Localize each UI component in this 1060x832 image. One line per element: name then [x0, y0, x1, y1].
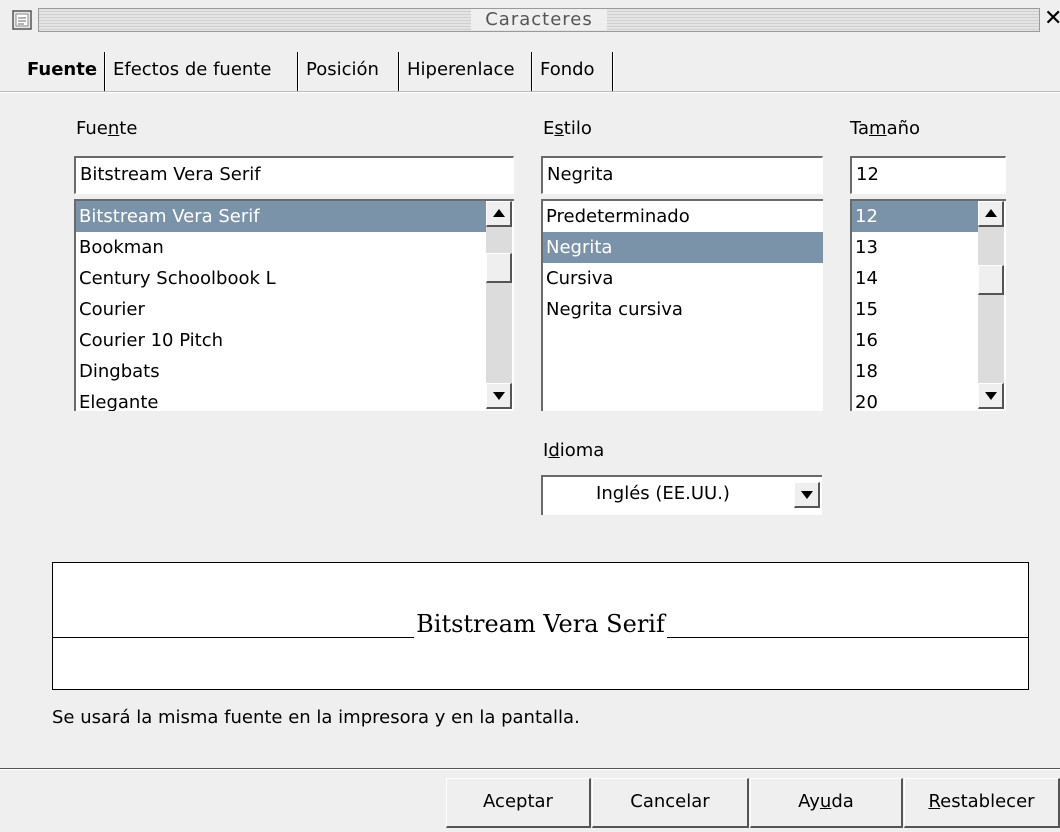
arrow-up-icon — [493, 209, 505, 217]
font-preview: Bitstream Vera Serif — [52, 562, 1029, 690]
arrow-up-icon — [985, 209, 997, 217]
arrow-down-icon — [985, 392, 997, 400]
tab-divider — [0, 91, 1060, 93]
language-value: Inglés (EE.UU.) — [596, 483, 730, 504]
tab-separator — [612, 52, 614, 92]
close-icon[interactable]: ✕ — [1044, 6, 1060, 32]
info-text: Se usará la misma fuente en la impresora… — [52, 707, 580, 728]
style-input[interactable]: Negrita — [541, 156, 823, 194]
size-list-scrollbar[interactable] — [978, 201, 1004, 409]
list-item[interactable]: Cursiva — [543, 263, 823, 294]
font-label: Fuente — [76, 118, 138, 139]
tab-hiperenlace[interactable]: Hiperenlace — [404, 52, 518, 88]
list-item[interactable]: Negrita — [543, 232, 823, 263]
button-divider — [0, 768, 1060, 770]
style-label: Estilo — [543, 118, 592, 139]
window-menu-icon[interactable] — [12, 10, 32, 30]
font-name-input[interactable]: Bitstream Vera Serif — [74, 156, 514, 194]
dropdown-button[interactable] — [794, 482, 820, 508]
list-item[interactable]: Negrita cursiva — [543, 294, 823, 325]
list-item[interactable]: 12 — [852, 201, 978, 232]
font-list[interactable]: Bitstream Vera Serif Bookman Century Sch… — [74, 199, 514, 411]
reset-button[interactable]: Restablecer — [904, 778, 1060, 828]
tab-separator — [531, 52, 533, 92]
list-item[interactable]: Bookman — [76, 232, 514, 263]
tab-fuente[interactable]: Fuente — [24, 52, 100, 88]
list-item[interactable]: Century Schoolbook L — [76, 263, 514, 294]
help-button[interactable]: Ayuda — [750, 778, 903, 828]
scroll-up-button[interactable] — [978, 201, 1004, 227]
list-item[interactable]: Courier 10 Pitch — [76, 325, 514, 356]
scroll-down-button[interactable] — [978, 383, 1004, 409]
language-select[interactable]: Inglés (EE.UU.) — [541, 475, 822, 515]
tab-efectos-de-fuente[interactable]: Efectos de fuente — [110, 52, 274, 88]
scrollbar-thumb[interactable] — [486, 253, 512, 283]
list-item[interactable]: Bitstream Vera Serif — [76, 201, 486, 232]
window-title: Caracteres — [38, 8, 1040, 32]
scrollbar-thumb[interactable] — [978, 265, 1004, 295]
ok-button[interactable]: Aceptar — [446, 778, 591, 828]
scroll-down-button[interactable] — [486, 383, 512, 409]
tab-separator — [398, 52, 400, 92]
scroll-up-button[interactable] — [486, 201, 512, 227]
arrow-down-icon — [493, 392, 505, 400]
style-list[interactable]: Predeterminado Negrita Cursiva Negrita c… — [541, 199, 823, 411]
list-item[interactable]: Predeterminado — [543, 201, 823, 232]
tab-posicion[interactable]: Posición — [303, 52, 382, 88]
list-item[interactable]: Elegante — [76, 387, 514, 411]
cancel-button[interactable]: Cancelar — [592, 778, 749, 828]
tab-separator — [297, 52, 299, 92]
tab-fondo[interactable]: Fondo — [537, 52, 598, 88]
list-item[interactable]: Dingbats — [76, 356, 514, 387]
tab-separator — [104, 52, 106, 92]
list-item[interactable]: Courier — [76, 294, 514, 325]
font-list-scrollbar[interactable] — [486, 201, 512, 409]
size-label: Tamaño — [850, 118, 921, 139]
size-input[interactable]: 12 — [850, 156, 1006, 194]
preview-text: Bitstream Vera Serif — [414, 610, 667, 638]
language-label: Idioma — [543, 440, 605, 461]
chevron-down-icon — [801, 491, 813, 499]
